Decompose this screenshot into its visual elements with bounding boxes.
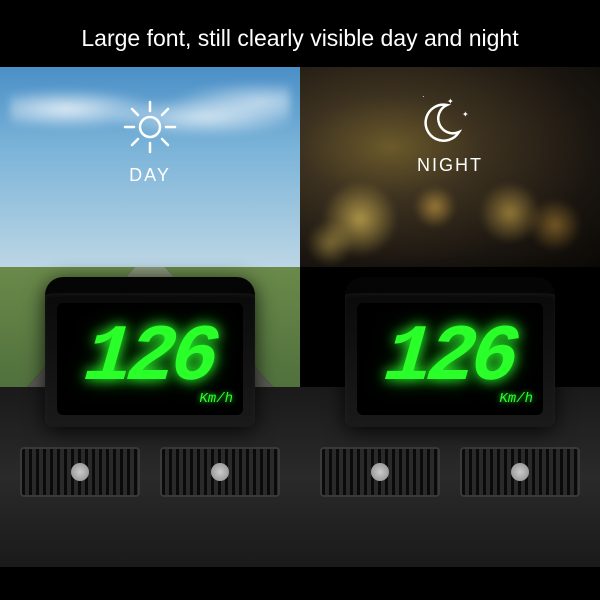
air-vent-right xyxy=(160,447,280,497)
air-vent-left-night xyxy=(320,447,440,497)
air-vent-left xyxy=(20,447,140,497)
comparison-panels: DAY 126 Km/h ✦ ✦ · xyxy=(0,67,600,567)
hud-screen-night: 126 Km/h xyxy=(357,303,543,415)
headline-text: Large font, still clearly visible day an… xyxy=(0,0,600,67)
hud-screen: 126 Km/h xyxy=(57,303,243,415)
moon-icon: ✦ ✦ · xyxy=(417,97,467,147)
day-label: DAY xyxy=(120,165,180,186)
speed-unit-day: Km/h xyxy=(199,391,233,407)
hud-device-day: 126 Km/h xyxy=(45,277,255,427)
night-label: NIGHT xyxy=(417,155,483,176)
night-icon-group: ✦ ✦ · NIGHT xyxy=(417,97,483,176)
speed-reading-day: 126 xyxy=(82,319,218,399)
air-vent-right-night xyxy=(460,447,580,497)
stars-decoration: ✦ ✦ · xyxy=(407,92,477,152)
day-panel: DAY 126 Km/h xyxy=(0,67,300,567)
day-icon-group: DAY xyxy=(120,97,180,186)
hud-device-night: 126 Km/h xyxy=(345,277,555,427)
sun-icon xyxy=(120,97,180,157)
speed-reading-night: 126 xyxy=(382,319,518,399)
speed-unit-night: Km/h xyxy=(499,391,533,407)
night-panel: ✦ ✦ · NIGHT 126 Km/h xyxy=(300,67,600,567)
